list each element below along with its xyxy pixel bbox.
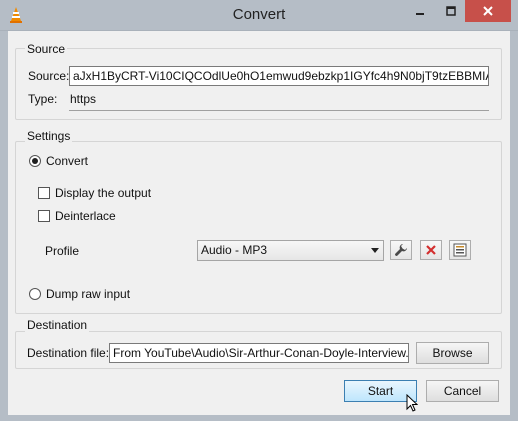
profile-label: Profile [45, 244, 80, 258]
settings-group-label: Settings [25, 129, 73, 143]
destination-file-input[interactable]: From YouTube\Audio\Sir-Arthur-Conan-Doyl… [109, 343, 409, 363]
window-frame-left [0, 31, 8, 421]
convert-radio[interactable] [29, 155, 41, 167]
edit-profile-button[interactable] [390, 240, 412, 260]
source-input[interactable]: aJxH1ByCRT-Vi10CIQCOdlUe0hO1emwud9ebzkp1… [69, 66, 489, 86]
dump-raw-label[interactable]: Dump raw input [46, 287, 130, 301]
deinterlace-checkbox[interactable] [38, 210, 50, 222]
delete-icon [426, 245, 436, 255]
maximize-button[interactable] [438, 0, 464, 22]
deinterlace-label[interactable]: Deinterlace [55, 209, 116, 223]
browse-button[interactable]: Browse [416, 342, 489, 364]
destination-file-label: Destination file: [27, 346, 110, 360]
close-button[interactable] [465, 0, 511, 22]
profile-select-value: Audio - MP3 [201, 243, 268, 257]
display-output-label[interactable]: Display the output [55, 186, 151, 200]
wrench-icon [395, 244, 407, 256]
new-profile-icon [453, 243, 467, 257]
minimize-button[interactable] [407, 0, 433, 22]
title-bar: Convert [0, 0, 518, 31]
window-frame-right [510, 31, 518, 421]
dialog-body: Source Source: aJxH1ByCRT-Vi10CIQCOdlUe0… [8, 31, 510, 415]
destination-group-label: Destination [25, 318, 90, 332]
type-value: https [70, 92, 97, 106]
close-icon [483, 6, 493, 16]
profile-select[interactable]: Audio - MP3 [197, 240, 384, 261]
minimize-icon [416, 13, 424, 15]
new-profile-button[interactable] [449, 240, 471, 260]
source-label: Source: [28, 69, 70, 83]
source-separator [69, 110, 489, 111]
dump-raw-radio[interactable] [29, 288, 41, 300]
mouse-cursor-icon [406, 394, 418, 412]
convert-label[interactable]: Convert [46, 154, 88, 168]
maximize-icon [446, 6, 456, 16]
type-label: Type: [28, 92, 58, 106]
window-frame-bottom [0, 415, 518, 421]
source-group-label: Source [25, 42, 68, 56]
delete-profile-button[interactable] [420, 240, 442, 260]
chevron-down-icon [371, 248, 379, 253]
cancel-button[interactable]: Cancel [426, 380, 499, 402]
display-output-checkbox[interactable] [38, 187, 50, 199]
